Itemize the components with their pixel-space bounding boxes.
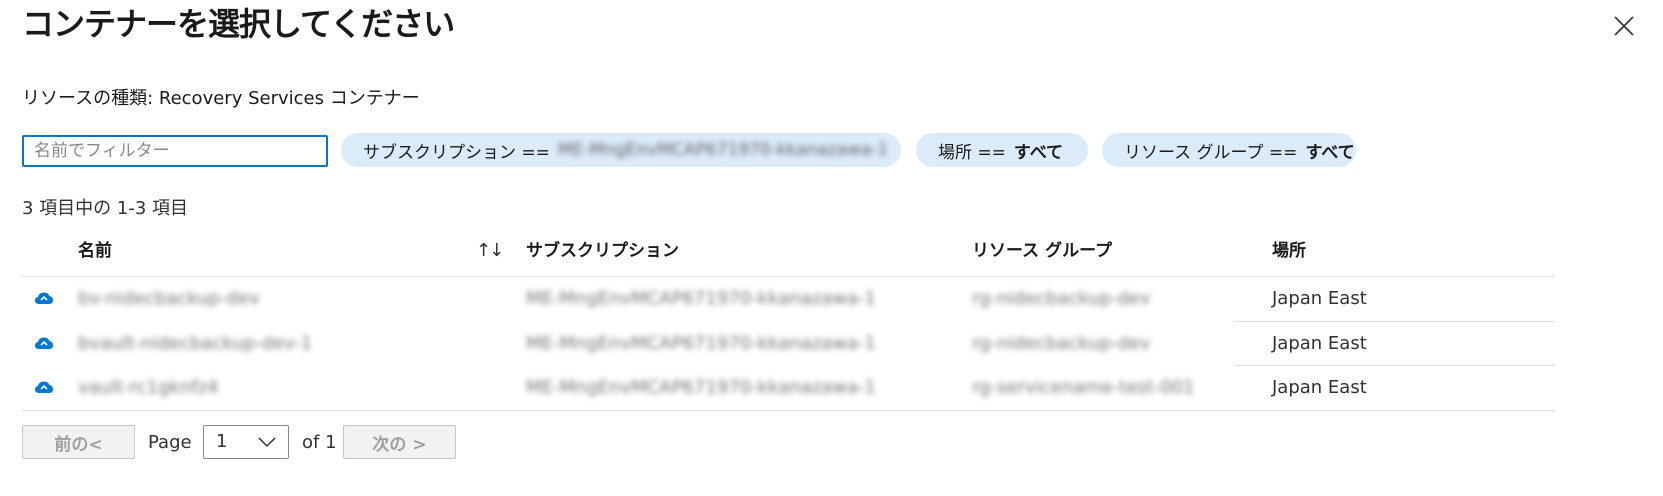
location-filter-label: 場所 == <box>938 142 1006 163</box>
subscription-filter-label: サブスクリプション == <box>363 142 550 163</box>
recovery-vault-icon <box>35 381 53 393</box>
row-subscription: ME-MngEnvMCAP671970-kkanazawa-1 <box>526 288 876 309</box>
row-name[interactable]: bvault-nidecbackup-dev-1 <box>78 322 312 366</box>
row-location: Japan East <box>1272 377 1367 398</box>
row-location: Japan East <box>1272 333 1367 354</box>
row-subscription: ME-MngEnvMCAP671970-kkanazawa-1 <box>526 333 876 354</box>
recovery-vault-icon <box>35 337 53 349</box>
item-count: 3 項目中の 1-3 項目 <box>22 198 189 219</box>
row-resource-group: rg-nidecbackup-dev <box>972 288 1151 309</box>
next-page-button[interactable]: 次の > <box>343 425 456 459</box>
column-header-name[interactable]: 名前 <box>78 240 112 262</box>
location-filter-pill[interactable]: 場所 == すべて <box>916 133 1088 167</box>
row-resource-group: rg-servicename-test-001 <box>972 377 1195 398</box>
dialog-title: コンテナーを選択してください <box>22 5 455 43</box>
column-header-resource-group[interactable]: リソース グループ <box>972 240 1112 262</box>
page-select[interactable]: 1 <box>203 425 289 459</box>
row-name[interactable]: vault-rc1gknfz4 <box>78 366 219 410</box>
name-filter-input[interactable] <box>22 135 328 167</box>
resource-group-filter-label: リソース グループ == <box>1124 142 1298 163</box>
page-select-value: 1 <box>216 431 228 452</box>
table-bottom-divider <box>22 410 1555 411</box>
row-resource-group: rg-nidecbackup-dev <box>972 333 1151 354</box>
table-row[interactable]: bvault-nidecbackup-dev-1 ME-MngEnvMCAP67… <box>22 322 1555 366</box>
location-filter-value: すべて <box>1013 142 1064 163</box>
resource-type-label: リソースの種類: Recovery Services コンテナー <box>22 88 420 109</box>
recovery-vault-icon <box>35 292 53 304</box>
subscription-filter-pill[interactable]: サブスクリプション == ME-MngEnvMCAP671970-kkanaza… <box>341 133 901 167</box>
column-header-subscription[interactable]: サブスクリプション <box>526 240 679 262</box>
row-subscription: ME-MngEnvMCAP671970-kkanazawa-1 <box>526 377 876 398</box>
page-total-label: of 1 <box>302 432 337 453</box>
table-row[interactable]: vault-rc1gknfz4 ME-MngEnvMCAP671970-kkan… <box>22 366 1555 410</box>
prev-page-button[interactable]: 前の< <box>22 425 135 459</box>
row-name[interactable]: bv-nidecbackup-dev <box>78 277 260 321</box>
chevron-down-icon <box>258 437 276 448</box>
column-header-location[interactable]: 場所 <box>1272 240 1306 262</box>
close-icon[interactable] <box>1612 14 1636 38</box>
sort-icon[interactable]: ↑↓ <box>476 240 504 261</box>
table-row[interactable]: bv-nidecbackup-dev ME-MngEnvMCAP671970-k… <box>22 277 1555 321</box>
row-location: Japan East <box>1272 288 1367 309</box>
resource-group-filter-value: すべて <box>1305 142 1355 163</box>
resource-group-filter-pill[interactable]: リソース グループ == すべて <box>1102 133 1356 167</box>
subscription-filter-value: ME-MngEnvMCAP671970-kkanazawa-1 <box>557 140 889 160</box>
page-label: Page <box>148 432 192 453</box>
